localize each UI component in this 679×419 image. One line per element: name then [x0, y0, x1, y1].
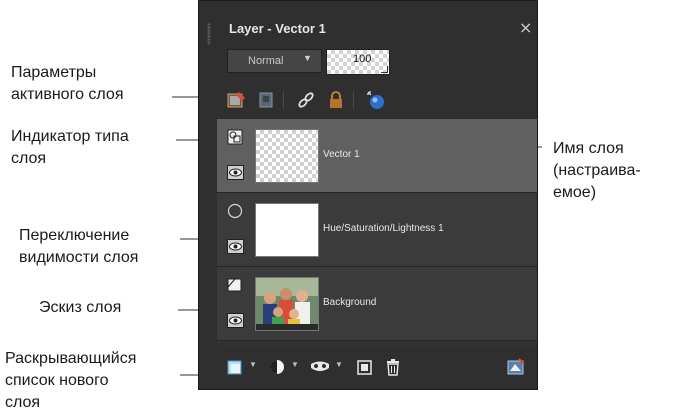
- layer-row-hue-saturation[interactable]: Hue/Saturation/Lightness 1: [217, 193, 537, 267]
- layer-row-vector-1[interactable]: Vector 1: [217, 119, 537, 193]
- close-icon[interactable]: ×: [519, 18, 532, 37]
- layer-thumbnail: [255, 277, 319, 331]
- layer-name[interactable]: Hue/Saturation/Lightness 1: [323, 223, 444, 234]
- visibility-toggle[interactable]: [227, 239, 244, 254]
- new-mask-layer-icon[interactable]: [309, 356, 331, 378]
- delete-icon[interactable]: [383, 356, 403, 378]
- opacity-value: 100: [353, 53, 372, 65]
- new-layer-icon[interactable]: [225, 356, 245, 378]
- new-group-icon[interactable]: [355, 356, 375, 378]
- layers-panel: Layer - Vector 1 × Normal ▼ 100 Vector 1…: [198, 0, 538, 390]
- callout-active-params: Параметры активного слоя: [11, 64, 124, 103]
- callout-visibility: Переключение видимости слоя: [19, 227, 139, 266]
- layer-effects-icon[interactable]: [505, 356, 527, 378]
- panel-grip[interactable]: [207, 23, 211, 45]
- opacity-slider-handle[interactable]: [381, 66, 388, 73]
- eye-icon: [229, 242, 242, 251]
- lock-transparent-icon[interactable]: [255, 89, 277, 111]
- new-layer-dropdown-chevron[interactable]: ▼: [249, 360, 257, 369]
- callout-thumbnail: Эскиз слоя: [39, 299, 122, 316]
- adjustment-dropdown-chevron[interactable]: ▼: [291, 360, 299, 369]
- layer-properties-icon[interactable]: [225, 89, 247, 111]
- new-adjustment-layer-icon[interactable]: [267, 356, 287, 378]
- visibility-toggle[interactable]: [227, 313, 244, 328]
- toolbar-divider: [283, 91, 284, 109]
- toolbar-divider: [353, 91, 354, 109]
- layer-name[interactable]: Vector 1: [323, 149, 360, 160]
- opacity-field[interactable]: 100: [326, 49, 390, 75]
- chevron-down-icon: ▼: [303, 53, 312, 63]
- mask-dropdown-chevron[interactable]: ▼: [335, 360, 343, 369]
- layer-toolbar: [221, 89, 521, 113]
- callout-type-indicator: Индикатор типа слоя: [11, 128, 129, 167]
- layer-thumbnail: [255, 203, 319, 257]
- blend-mode-value: Normal: [248, 55, 284, 67]
- layer-name[interactable]: Background: [323, 297, 376, 308]
- vector-layer-icon: [227, 129, 243, 145]
- layer-thumbnail: [255, 129, 319, 183]
- lock-icon[interactable]: [325, 89, 347, 111]
- layer-row-background[interactable]: Background: [217, 267, 537, 341]
- layer-bottom-toolbar: ▼ ▼ ▼: [217, 349, 537, 383]
- eye-icon: [229, 168, 242, 177]
- adjustment-layer-icon: [227, 203, 243, 219]
- raster-layer-icon: [227, 278, 242, 292]
- panel-title: Layer - Vector 1: [229, 21, 326, 36]
- layer-style-icon[interactable]: [365, 89, 387, 111]
- callout-new-layer-dropdown: Раскрывающийся список нового слоя: [5, 350, 137, 411]
- link-icon[interactable]: [295, 89, 317, 111]
- blend-mode-dropdown[interactable]: Normal ▼: [227, 49, 322, 73]
- eye-icon: [229, 316, 242, 325]
- family-photo-thumbnail: [256, 278, 318, 330]
- callout-layer-name: Имя слоя (настраива- емое): [553, 140, 641, 201]
- visibility-toggle[interactable]: [227, 165, 244, 180]
- layers-list: Vector 1 Hue/Saturation/Lightness 1 Back…: [217, 119, 537, 345]
